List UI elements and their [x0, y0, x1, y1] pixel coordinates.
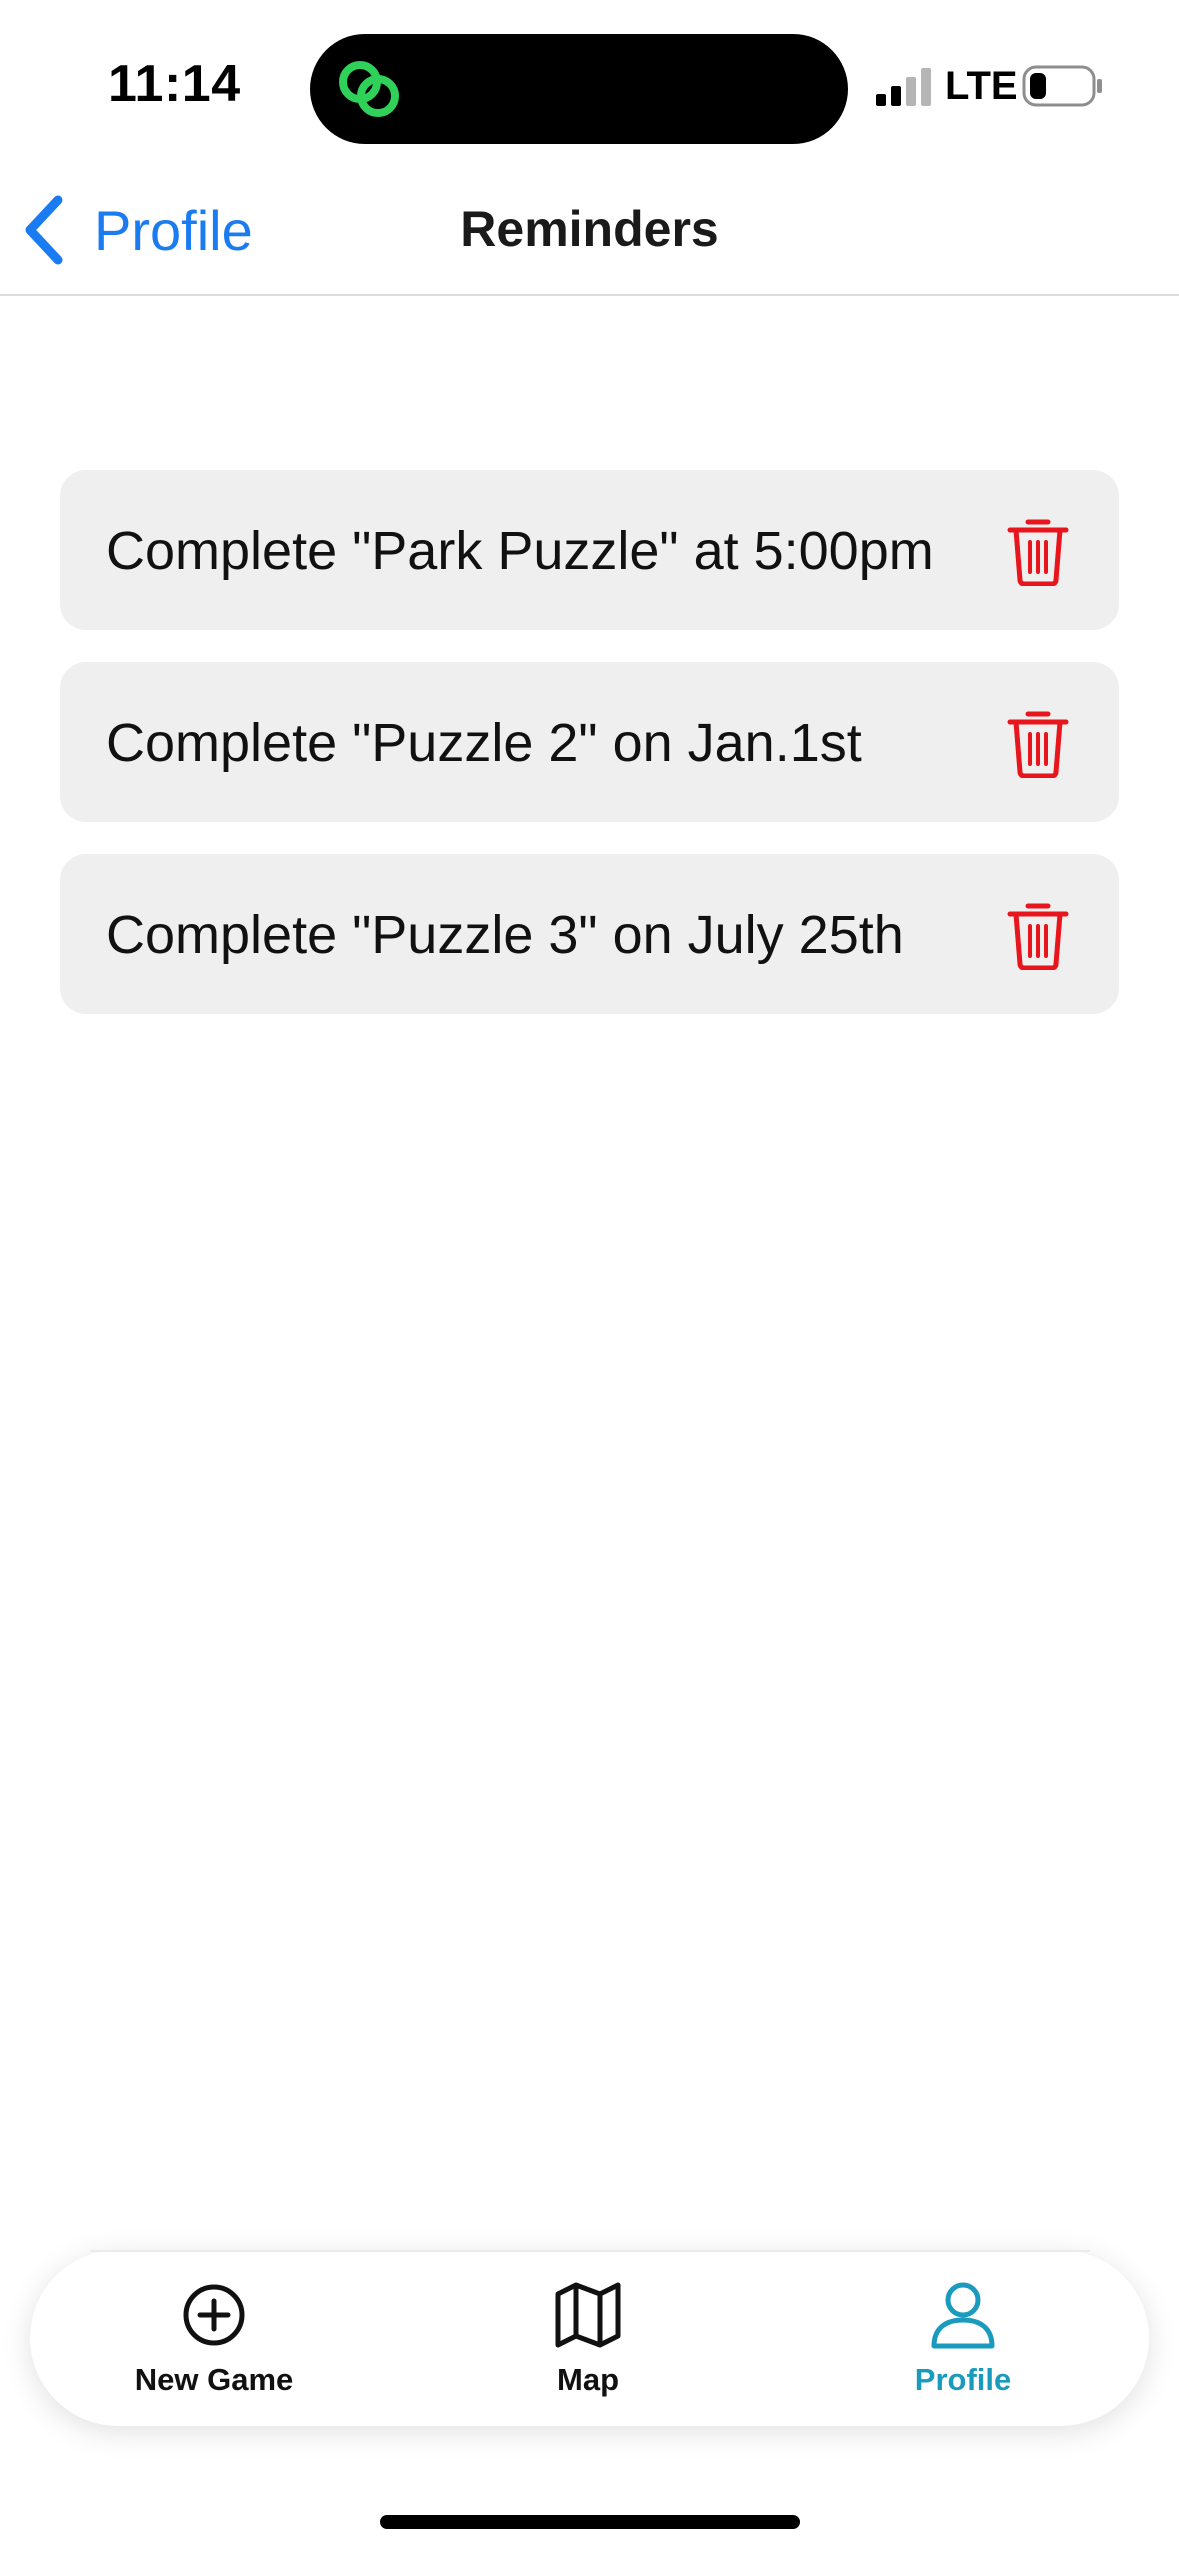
reminder-text: Complete "Park Puzzle" at 5:00pm [106, 521, 934, 581]
tab-label: Profile [914, 2362, 1012, 2397]
reminder-item[interactable]: Complete "Puzzle 3" on July 25th [60, 854, 1119, 1014]
battery-low-icon [1022, 65, 1102, 107]
navigation-bar: Profile Reminders [0, 170, 1179, 296]
tab-bar: New Game Map Profile [30, 2250, 1149, 2426]
network-type-label: LTE [945, 64, 1018, 108]
person-icon [931, 2282, 995, 2349]
status-bar: 11:14 LTE [0, 0, 1179, 170]
reminder-text: Complete "Puzzle 3" on July 25th [106, 905, 904, 965]
cellular-signal-icon [876, 68, 931, 106]
reminder-text: Complete "Puzzle 2" on Jan.1st [106, 713, 862, 773]
page-title: Reminders [460, 201, 719, 257]
tab-map[interactable]: Map [468, 2280, 708, 2410]
status-time: 11:14 [108, 55, 241, 113]
trash-icon[interactable] [1006, 514, 1070, 586]
reminder-list: Complete "Park Puzzle" at 5:00pm Complet… [60, 470, 1119, 1046]
reminder-item[interactable]: Complete "Puzzle 2" on Jan.1st [60, 662, 1119, 822]
tab-profile[interactable]: Profile [843, 2280, 1083, 2410]
dynamic-island [310, 34, 848, 144]
reminder-item[interactable]: Complete "Park Puzzle" at 5:00pm [60, 470, 1119, 630]
map-icon [555, 2282, 621, 2348]
tab-bar-divider [90, 2250, 1090, 2252]
plus-circle-icon [183, 2284, 245, 2346]
tab-new-game[interactable]: New Game [94, 2280, 334, 2410]
trash-icon[interactable] [1006, 706, 1070, 778]
home-indicator[interactable] [380, 2515, 800, 2529]
tab-label: New Game [134, 2362, 294, 2397]
tab-label: Map [557, 2362, 619, 2397]
trash-icon[interactable] [1006, 898, 1070, 970]
link-rings-icon [339, 61, 399, 117]
